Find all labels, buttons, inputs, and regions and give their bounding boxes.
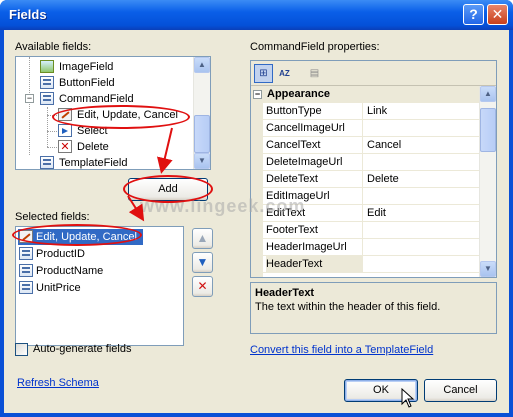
close-icon: ✕ [491, 6, 504, 22]
mouse-cursor-icon [401, 388, 415, 408]
annotation-arrow-to-add [156, 127, 173, 174]
window-title: Fields [9, 7, 47, 22]
dialog-body: Available fields: ImageField ButtonField… [4, 30, 509, 413]
title-bar[interactable]: Fields ? ✕ [0, 0, 513, 30]
close-button[interactable]: ✕ [487, 4, 508, 25]
annotation-arrow-to-selected [127, 195, 145, 222]
annotation-arrows [127, 127, 173, 222]
fields-dialog: Fields ? ✕ Available fields: ImageField … [0, 0, 513, 417]
help-icon: ? [469, 6, 478, 22]
help-button[interactable]: ? [463, 4, 484, 25]
